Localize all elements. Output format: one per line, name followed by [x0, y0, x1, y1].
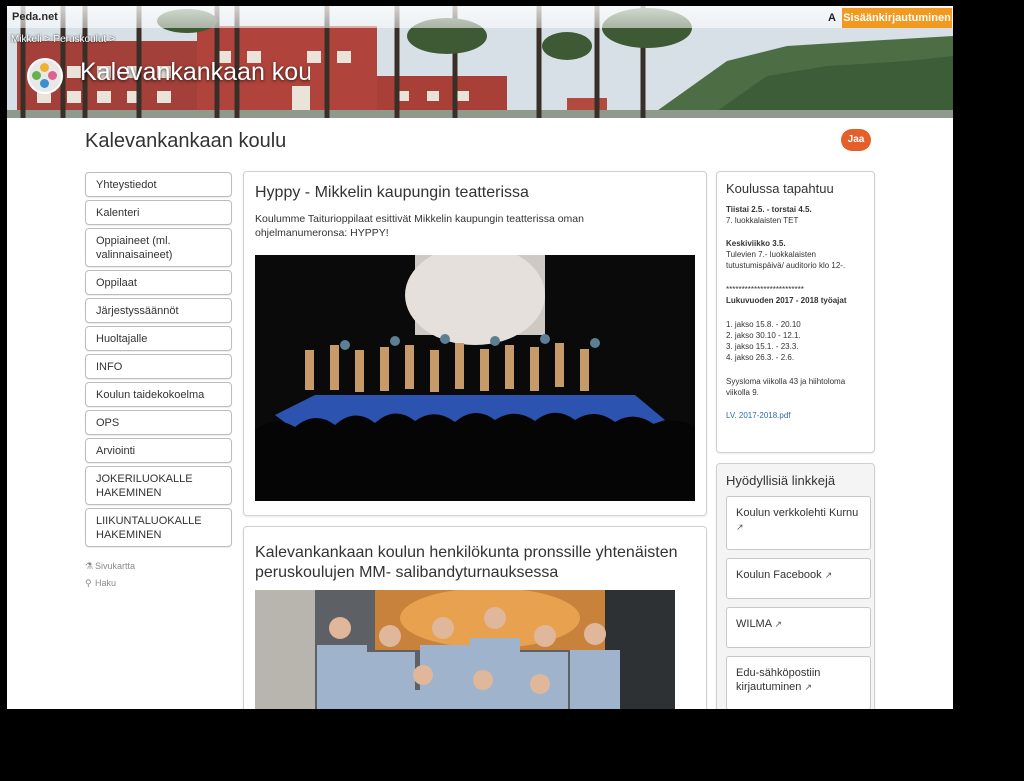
- links-title: Hyödyllisiä linkkejä: [726, 473, 836, 488]
- nav-item-oppiaineet[interactable]: Oppiaineet (ml. valinnaisaineet): [85, 228, 232, 267]
- theater-photo[interactable]: [255, 255, 695, 501]
- link-label: Koulun verkkolehti Kurnu: [736, 507, 859, 519]
- nav-item-jarjestyssaannot[interactable]: Järjestyssäännöt: [85, 298, 232, 323]
- external-link-icon: ↗: [804, 682, 813, 692]
- post-text: Koulumme Taituri­oppilaat esittivät Mikk…: [255, 213, 584, 239]
- page-title: Kalevankankaan koulu: [85, 130, 287, 152]
- nav-item-info[interactable]: INFO: [85, 354, 232, 379]
- external-link-icon: ↗: [824, 570, 833, 580]
- event-date: Tiistai 2.5. - torstai 4.5.: [726, 205, 812, 214]
- event-text: 7. luokkalaisten TET: [726, 216, 799, 225]
- breadcrumb-separator: >: [109, 34, 116, 45]
- breadcrumb: Mikkeli > Peruskoulut >: [11, 34, 118, 45]
- period-list: 1. jakso 15.8. - 20.10 2. jakso 30.10 - …: [726, 319, 871, 363]
- period-item: 2. jakso 30.10 - 12.1.: [726, 331, 801, 340]
- aux-links: ⚗ Sivukartta ⚲ Haku: [85, 561, 232, 589]
- sitemap-icon: ⚗: [85, 561, 94, 571]
- year-title: Lukuvuoden 2017 - 2018 työajat: [726, 296, 847, 305]
- top-bar: [7, 6, 953, 28]
- nav-item-yhteystiedot[interactable]: Yhteystiedot: [85, 172, 232, 197]
- link-facebook[interactable]: Koulun Facebook ↗: [726, 558, 871, 599]
- post-title[interactable]: Kalevankankaan koulun henkilökunta prons…: [255, 543, 695, 583]
- link-wilma[interactable]: WILMA ↗: [726, 607, 871, 648]
- font-size-button[interactable]: A: [828, 12, 836, 24]
- post-card: Hyppy - Mikkelin kaupungin teatterissa K…: [243, 171, 707, 516]
- link-label: Koulun Facebook: [736, 569, 822, 581]
- login-button[interactable]: Sisäänkirjautuminen: [842, 8, 952, 28]
- post-title[interactable]: Hyppy - Mikkelin kaupungin teatterissa: [255, 183, 529, 203]
- sidebar-nav: Yhteystiedot Kalenteri Oppiaineet (ml. v…: [85, 172, 232, 595]
- external-link-icon: ↗: [736, 522, 744, 532]
- event-item: Tiistai 2.5. - torstai 4.5. 7. luokkalai…: [726, 204, 871, 226]
- event-text: Tulevien 7.- luokkalaisten tutustumispäi…: [726, 250, 846, 270]
- sitemap-link[interactable]: ⚗ Sivukartta: [85, 561, 232, 572]
- period-item: 3. jakso 15.1. - 23.3.: [726, 342, 799, 351]
- nav-item-oppilaat[interactable]: Oppilaat: [85, 270, 232, 295]
- share-button[interactable]: Jaa: [841, 129, 871, 151]
- link-label: WILMA: [736, 618, 772, 630]
- peda-net-logo[interactable]: Peda.net: [12, 11, 58, 23]
- search-icon: ⚲: [85, 578, 92, 588]
- nav-item-jokeriluokka[interactable]: JOKERILUOKALLE HAKEMINEN: [85, 466, 232, 505]
- event-item: Keskiviikko 3.5. Tulevien 7.- luokkalais…: [726, 238, 871, 271]
- search-link[interactable]: ⚲ Haku: [85, 578, 232, 589]
- divider-stars: *************************: [726, 285, 804, 294]
- useful-links-panel: Hyödyllisiä linkkejä Koulun verkkolehti …: [716, 463, 875, 709]
- nav-item-taidekokoelma[interactable]: Koulun taidekokoelma: [85, 382, 232, 407]
- schedule-pdf-link[interactable]: LV. 2017-2018.pdf: [726, 410, 871, 421]
- events-title: Koulussa tapahtuu: [726, 181, 834, 196]
- nav-item-arviointi[interactable]: Arviointi: [85, 438, 232, 463]
- nav-item-liikuntaluokka[interactable]: LIIKUNTALUOKALLE HAKEMINEN: [85, 508, 232, 547]
- nav-item-kalenteri[interactable]: Kalenteri: [85, 200, 232, 225]
- banner-title[interactable]: Kalevankankaan koulu: [80, 58, 310, 87]
- header-banner: Peda.net A Sisäänkirjautuminen Mikkeli > P…: [7, 6, 953, 118]
- staff-photo[interactable]: [255, 590, 675, 709]
- period-item: 1. jakso 15.8. - 20.10: [726, 320, 801, 329]
- nav-item-huoltajalle[interactable]: Huoltajalle: [85, 326, 232, 351]
- breadcrumb-peruskoulut[interactable]: Peruskoulut: [53, 34, 106, 45]
- post-card: Kalevankankaan koulun henkilökunta prons…: [243, 526, 707, 709]
- period-item: 4. jakso 26.3. - 2.6.: [726, 353, 795, 362]
- breadcrumb-mikkeli[interactable]: Mikkeli: [11, 34, 42, 45]
- events-panel: Koulussa tapahtuu Tiistai 2.5. - torstai…: [716, 171, 875, 453]
- external-link-icon: ↗: [774, 619, 783, 629]
- holiday-text: Syysloma viikolla 43 ja hiihtoloma viiko…: [726, 377, 846, 397]
- link-kurnu[interactable]: Koulun verkkolehti Kurnu ↗: [726, 496, 871, 550]
- event-date: Keskiviikko 3.5.: [726, 239, 786, 248]
- nav-item-ops[interactable]: OPS: [85, 410, 232, 435]
- page: Peda.net A Sisäänkirjautuminen Mikkeli > P…: [7, 6, 953, 709]
- sitemap-label: Sivukartta: [95, 561, 136, 571]
- search-label: Haku: [95, 578, 117, 588]
- breadcrumb-separator: >: [44, 34, 51, 45]
- school-logo-icon[interactable]: [27, 58, 63, 94]
- link-edu-email[interactable]: Edu-sähköpostiin kirjautuminen ↗: [726, 656, 871, 709]
